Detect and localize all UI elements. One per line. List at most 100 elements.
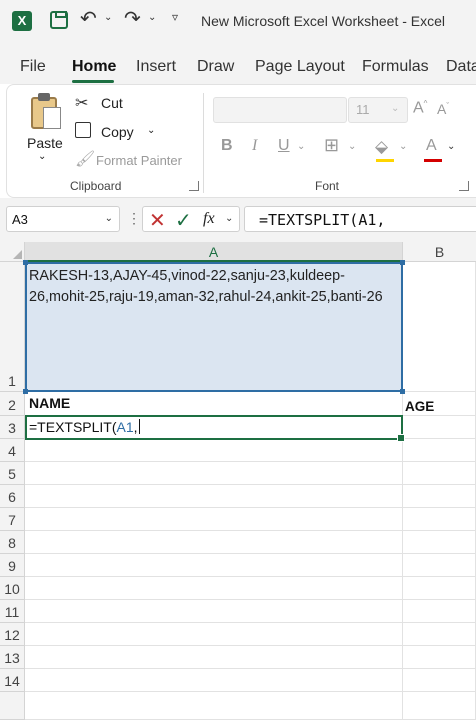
font-size-dropdown-icon[interactable]: ⌄: [391, 103, 399, 114]
fill-color-swatch: [376, 159, 394, 162]
tab-data[interactable]: Data: [446, 58, 476, 76]
column-header-a[interactable]: A: [25, 242, 403, 262]
cell-b12[interactable]: [403, 623, 476, 646]
cell-a11[interactable]: [25, 600, 403, 623]
cut-button[interactable]: Cut: [101, 95, 123, 111]
insert-function-icon[interactable]: fx: [203, 210, 215, 228]
font-launcher-icon[interactable]: [459, 181, 469, 191]
cell-a6[interactable]: [25, 485, 403, 508]
cell-a2[interactable]: NAME: [25, 392, 403, 416]
font-name-select[interactable]: [213, 97, 347, 123]
fill-color-dropdown-icon[interactable]: ⌄: [399, 141, 407, 152]
paste-dropdown-icon[interactable]: ⌄: [38, 151, 46, 162]
cell-b15[interactable]: [403, 692, 476, 720]
cell-a13[interactable]: [25, 646, 403, 669]
undo-dropdown-icon[interactable]: ⌄: [104, 12, 112, 23]
row-header-13[interactable]: 13: [0, 646, 25, 669]
copy-dropdown-icon[interactable]: ⌄: [147, 125, 155, 136]
cell-b9[interactable]: [403, 554, 476, 577]
column-header-b[interactable]: B: [403, 242, 476, 262]
row-header-7[interactable]: 7: [0, 508, 25, 531]
row-header-12[interactable]: 12: [0, 623, 25, 646]
cell-b11[interactable]: [403, 600, 476, 623]
row-header-2[interactable]: 2: [0, 392, 25, 416]
copy-button[interactable]: Copy: [101, 124, 134, 140]
row-header-10[interactable]: 10: [0, 577, 25, 600]
underline-dropdown-icon[interactable]: ⌄: [297, 141, 305, 152]
clipboard-launcher-icon[interactable]: [189, 181, 199, 191]
cell-a8[interactable]: [25, 531, 403, 554]
cell-a10[interactable]: [25, 577, 403, 600]
increase-font-size-icon[interactable]: A^: [413, 99, 427, 117]
active-tab-indicator: [72, 80, 114, 83]
font-group-label: Font: [315, 179, 340, 193]
autosave-icon[interactable]: [50, 11, 68, 29]
customize-quick-access-icon[interactable]: ▿: [172, 10, 178, 24]
cell-a12[interactable]: [25, 623, 403, 646]
cell-b10[interactable]: [403, 577, 476, 600]
bold-button[interactable]: B: [221, 137, 233, 155]
row-header-15-partial[interactable]: [0, 692, 25, 720]
cell-a5[interactable]: [25, 462, 403, 485]
cell-b3[interactable]: [403, 416, 476, 439]
row-header-11[interactable]: 11: [0, 600, 25, 623]
cell-b4[interactable]: [403, 439, 476, 462]
name-box[interactable]: A3 ⌄: [6, 206, 120, 232]
tab-formulas[interactable]: Formulas: [362, 58, 429, 76]
borders-dropdown-icon[interactable]: ⌄: [348, 141, 356, 152]
tab-page-layout[interactable]: Page Layout: [255, 58, 345, 76]
cell-b13[interactable]: [403, 646, 476, 669]
cell-b8[interactable]: [403, 531, 476, 554]
select-all-button[interactable]: [0, 242, 25, 262]
copy-icon[interactable]: [75, 122, 91, 138]
cell-a9[interactable]: [25, 554, 403, 577]
tab-home[interactable]: Home: [72, 58, 116, 76]
row-header-5[interactable]: 5: [0, 462, 25, 485]
cell-a14[interactable]: [25, 669, 403, 692]
cell-b2[interactable]: AGE: [403, 392, 476, 416]
undo-icon[interactable]: ↶: [80, 6, 97, 31]
borders-icon[interactable]: ⊞: [324, 135, 339, 156]
italic-button[interactable]: I: [252, 137, 257, 155]
row-header-4[interactable]: 4: [0, 439, 25, 462]
cell-a15[interactable]: [25, 692, 403, 720]
cell-b1[interactable]: [403, 262, 476, 392]
row-header-6[interactable]: 6: [0, 485, 25, 508]
more-options-icon[interactable]: ⋮: [127, 210, 141, 227]
redo-dropdown-icon[interactable]: ⌄: [148, 12, 156, 23]
decrease-font-size-icon[interactable]: Aˇ: [437, 101, 449, 117]
cell-b2-text: AGE: [405, 399, 435, 414]
cancel-icon[interactable]: ✕: [149, 208, 166, 233]
cell-b5[interactable]: [403, 462, 476, 485]
row-header-8[interactable]: 8: [0, 531, 25, 554]
enter-check-icon[interactable]: ✓: [175, 208, 192, 233]
tab-file[interactable]: File: [20, 58, 46, 76]
scissors-icon[interactable]: ✂: [75, 93, 88, 113]
redo-icon[interactable]: ↷: [124, 6, 141, 31]
row-header-1[interactable]: 1: [0, 262, 25, 392]
cell-a4[interactable]: [25, 439, 403, 462]
cell-a1[interactable]: RAKESH-13,AJAY-45,vinod-22,sanju-23,kuld…: [25, 262, 403, 392]
name-box-dropdown-icon[interactable]: ⌄: [105, 213, 113, 224]
cell-b6[interactable]: [403, 485, 476, 508]
window-title: New Microsoft Excel Worksheet - Excel: [201, 13, 446, 29]
font-color-dropdown-icon[interactable]: ⌄: [447, 141, 455, 152]
paste-icon[interactable]: [29, 93, 63, 131]
cell-a7[interactable]: [25, 508, 403, 531]
tab-draw[interactable]: Draw: [197, 58, 234, 76]
function-dropdown-icon[interactable]: ⌄: [225, 213, 233, 224]
cell-a3-text: =TEXTSPLIT(A1,: [29, 419, 140, 435]
row-header-3[interactable]: 3: [0, 416, 25, 439]
font-color-button[interactable]: A: [426, 137, 437, 155]
formula-input[interactable]: =TEXTSPLIT(A1,: [244, 206, 476, 232]
cell-a3[interactable]: =TEXTSPLIT(A1,: [25, 416, 403, 439]
tab-insert[interactable]: Insert: [136, 58, 176, 76]
row-header-14[interactable]: 14: [0, 669, 25, 692]
paste-button[interactable]: Paste: [27, 135, 63, 151]
underline-button[interactable]: U: [278, 137, 290, 155]
font-size-value: 11: [356, 102, 370, 117]
fill-color-icon[interactable]: ⬙: [375, 137, 388, 157]
row-header-9[interactable]: 9: [0, 554, 25, 577]
cell-b14[interactable]: [403, 669, 476, 692]
cell-b7[interactable]: [403, 508, 476, 531]
